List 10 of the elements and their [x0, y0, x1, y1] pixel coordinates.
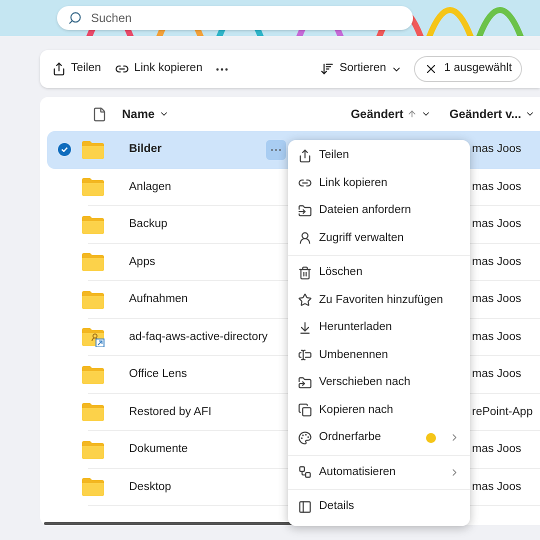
modified-by-cell-text: mas Joos: [472, 217, 522, 232]
modified-by-cell-text: mas Joos: [472, 480, 522, 495]
modified-by-cell-text: mas Joos: [472, 292, 522, 308]
modified-by-cell-text: mas Joos: [472, 330, 522, 345]
modified-by-cell-text: rePoint-App: [472, 404, 533, 420]
modified-by-cell-text: mas Joos: [472, 180, 522, 195]
modified-by-cell-text: mas Joos: [472, 442, 522, 458]
modified-by-cell-text: mas Joos: [472, 142, 522, 158]
modified-by-cell-text: mas Joos: [472, 254, 522, 270]
modified-by-cell-text: mas Joos: [472, 367, 522, 382]
